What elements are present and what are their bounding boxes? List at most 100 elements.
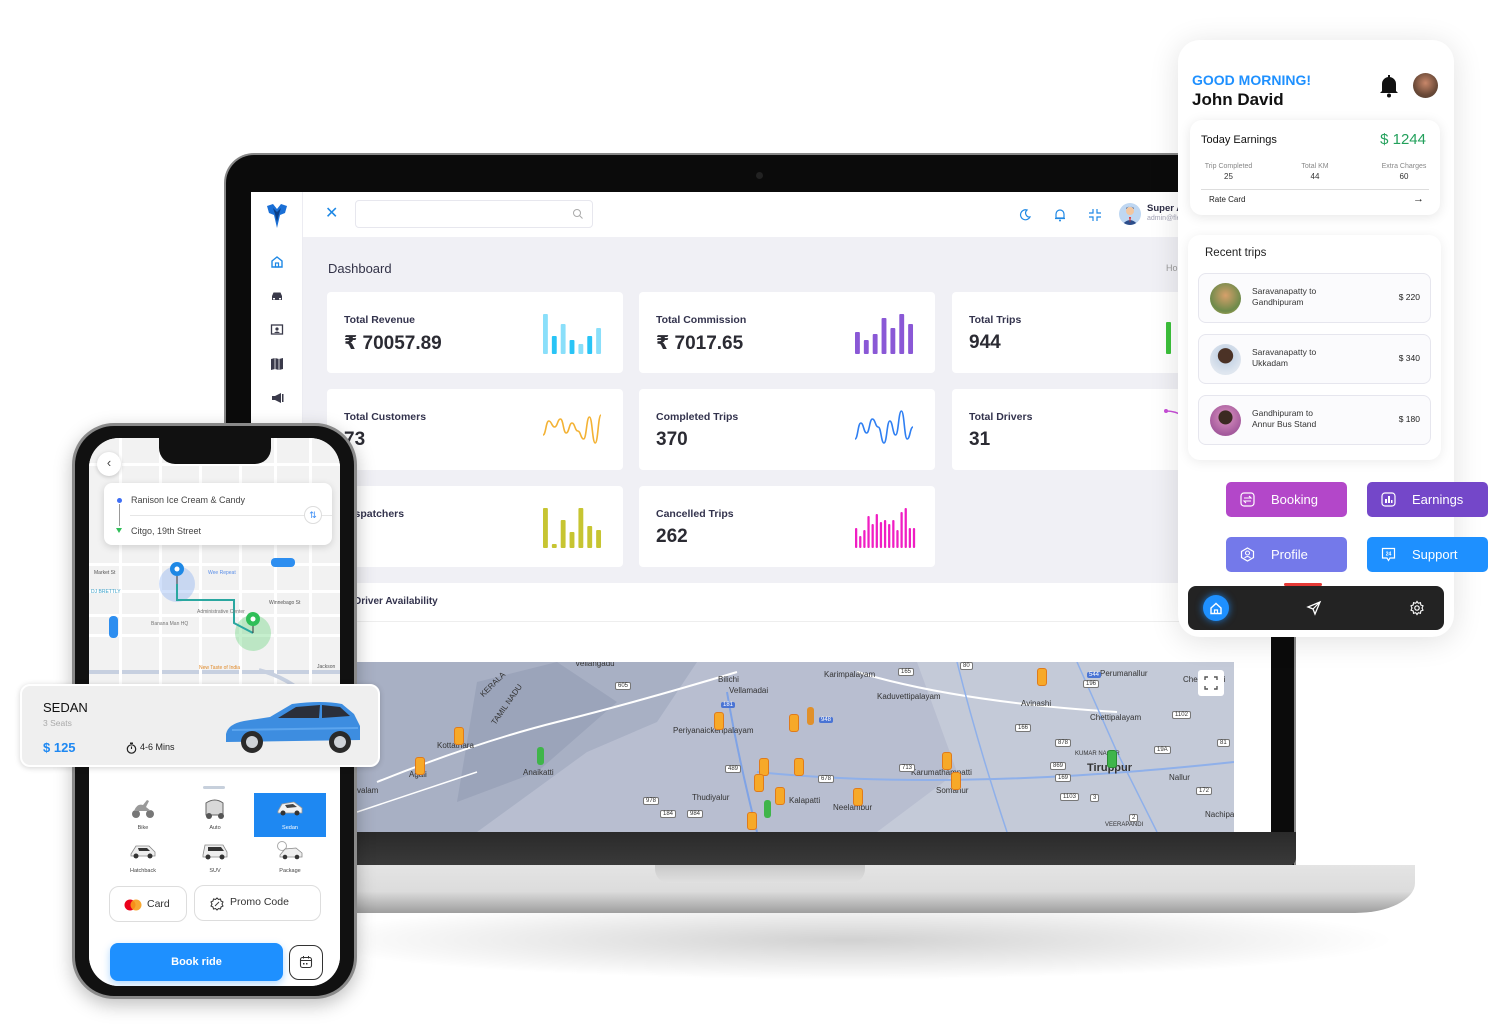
stat-card-total-revenue[interactable]: Total Revenue ₹ 70057.89 — [327, 292, 623, 373]
route-shield: 678 — [818, 775, 835, 783]
taxi-marker[interactable] — [454, 727, 464, 745]
earnings-button[interactable]: Earnings — [1367, 482, 1488, 517]
trip-route-line: Saravanapatty to — [1252, 286, 1317, 296]
sedan-car-image — [226, 702, 360, 753]
admin-dashboard: ✕ Super Admin (Super admin@fleetera.com … — [251, 192, 1271, 832]
stat-card-total-commission[interactable]: Total Commission ₹ 7017.65 — [639, 292, 935, 373]
taxi-marker[interactable] — [794, 758, 804, 776]
driver-avatar[interactable] — [1413, 73, 1438, 98]
rider-map[interactable]: Market St Cass St Winnebago St Wee Repea… — [89, 438, 340, 698]
payment-method-button[interactable]: Card — [109, 886, 187, 922]
route-shield: 181 — [721, 702, 736, 708]
bike-marker[interactable] — [764, 800, 771, 818]
megaphone-icon[interactable] — [270, 391, 284, 405]
spark-bar — [904, 508, 907, 548]
trip-item[interactable]: Saravanapatty to Ukkadam $ 340 — [1198, 334, 1431, 384]
calendar-icon — [299, 956, 313, 969]
greeting: GOOD MORNING! — [1192, 72, 1311, 88]
close-sidebar-button[interactable]: ✕ — [325, 203, 338, 223]
search-input[interactable] — [355, 200, 593, 228]
taxi-marker[interactable] — [754, 774, 764, 792]
stat-card-completed-trips[interactable]: Completed Trips 370 — [639, 389, 935, 470]
route-shield: 984 — [687, 810, 704, 818]
route-shield: 165 — [898, 668, 915, 676]
taxi-marker[interactable] — [789, 714, 799, 732]
collapse-icon[interactable] — [1088, 208, 1102, 222]
button-label: Support — [1412, 547, 1458, 562]
back-button[interactable]: ‹ — [97, 452, 121, 476]
stat-card-dispatchers[interactable]: Dispatchers — [327, 486, 623, 567]
trip-price: $ 340 — [1398, 353, 1420, 363]
taxi-marker[interactable] — [853, 788, 863, 806]
earnings-amount: $ 1244 — [1380, 131, 1426, 148]
car-icon[interactable] — [270, 289, 284, 303]
drag-handle[interactable] — [203, 786, 225, 789]
recent-trips-title: Recent trips — [1205, 247, 1267, 259]
stat-label: Total Drivers — [969, 411, 1033, 423]
stat-value: 370 — [656, 429, 688, 450]
bike-marker[interactable] — [537, 747, 544, 765]
spark-bar — [912, 528, 916, 548]
vehicle-name: Auto — [209, 825, 221, 831]
sparkline — [855, 508, 916, 548]
vehicle-option-auto[interactable]: Auto — [179, 793, 251, 837]
pickup-field[interactable]: Ranison Ice Cream & Candy — [131, 495, 245, 505]
bell-icon[interactable] — [1378, 74, 1400, 98]
route-shield: 184 — [660, 810, 677, 818]
selected-vehicle-card[interactable]: SEDAN 3 Seats $ 125 4-6 Mins — [20, 684, 380, 767]
taxi-marker[interactable] — [415, 757, 425, 775]
spark-bar — [900, 512, 903, 548]
nav-home-button[interactable] — [1203, 595, 1229, 621]
trip-item[interactable]: Gandhipuram to Annur Bus Stand $ 180 — [1198, 395, 1431, 445]
promo-code-button[interactable]: Promo Code — [194, 885, 321, 921]
spark-bar — [578, 344, 584, 354]
bike-marker[interactable] — [807, 707, 814, 725]
search-icon — [573, 209, 583, 219]
breadcrumb[interactable]: Ho — [1166, 263, 1178, 273]
car-marker[interactable] — [1107, 750, 1117, 768]
swap-route-button[interactable]: ⇅ — [304, 506, 322, 524]
trip-price: $ 220 — [1398, 292, 1420, 302]
vehicle-option-suv[interactable]: SUV — [179, 836, 251, 880]
stat-label: Completed Trips — [656, 411, 739, 423]
bell-icon[interactable] — [1053, 208, 1067, 222]
map-label: Wee Repeat — [208, 570, 236, 576]
taxi-marker[interactable] — [747, 812, 757, 830]
book-ride-button[interactable]: Book ride — [110, 943, 283, 981]
today-earnings-card: Today Earnings $ 1244 Trip Completed 25 … — [1190, 120, 1440, 215]
send-icon[interactable] — [1306, 600, 1322, 616]
route-shield: 869 — [1050, 762, 1067, 770]
availability-map[interactable]: KERALA TAMIL NADU Vellangadu Kottathara … — [357, 662, 1234, 832]
taxi-marker[interactable] — [775, 787, 785, 805]
user-screen-icon[interactable] — [270, 323, 284, 337]
map-label: Nachipalayam — [1205, 810, 1234, 819]
admin-avatar[interactable] — [1119, 203, 1141, 225]
stat-card-cancelled-trips[interactable]: Cancelled Trips 262 — [639, 486, 935, 567]
rate-card-link[interactable]: Rate Card — [1209, 195, 1245, 204]
trip-item[interactable]: Saravanapatty to Gandhipuram $ 220 — [1198, 273, 1431, 323]
stat-card-total-customers[interactable]: Total Customers 73 — [327, 389, 623, 470]
stat-label: Extra Charges — [1381, 163, 1427, 170]
vehicle-option-hatchback[interactable]: Hatchback — [107, 836, 179, 880]
logo-icon[interactable] — [264, 202, 290, 230]
taxi-marker[interactable] — [714, 712, 724, 730]
map-icon[interactable] — [270, 357, 284, 371]
moon-icon[interactable] — [1018, 208, 1032, 222]
dropoff-field[interactable]: Citgo, 19th Street — [131, 526, 201, 536]
vehicle-option-sedan[interactable]: Sedan — [254, 793, 326, 837]
support-button[interactable]: 24 Support — [1367, 537, 1488, 572]
home-icon[interactable] — [270, 255, 284, 269]
schedule-button[interactable] — [289, 945, 323, 980]
taxi-marker[interactable] — [951, 772, 961, 790]
taxi-marker[interactable] — [942, 752, 952, 770]
package-icon — [277, 841, 303, 860]
fullscreen-button[interactable] — [1198, 670, 1224, 696]
route-card: Ranison Ice Cream & Candy Citgo, 19th St… — [104, 483, 332, 545]
profile-button[interactable]: Profile — [1226, 537, 1347, 572]
vehicle-option-package[interactable]: Package — [254, 836, 326, 880]
taxi-marker[interactable] — [1037, 668, 1047, 686]
arrow-right-icon[interactable]: → — [1413, 193, 1424, 205]
settings-icon[interactable] — [1409, 600, 1425, 616]
booking-button[interactable]: Booking — [1226, 482, 1347, 517]
vehicle-option-bike[interactable]: Bike — [107, 793, 179, 837]
